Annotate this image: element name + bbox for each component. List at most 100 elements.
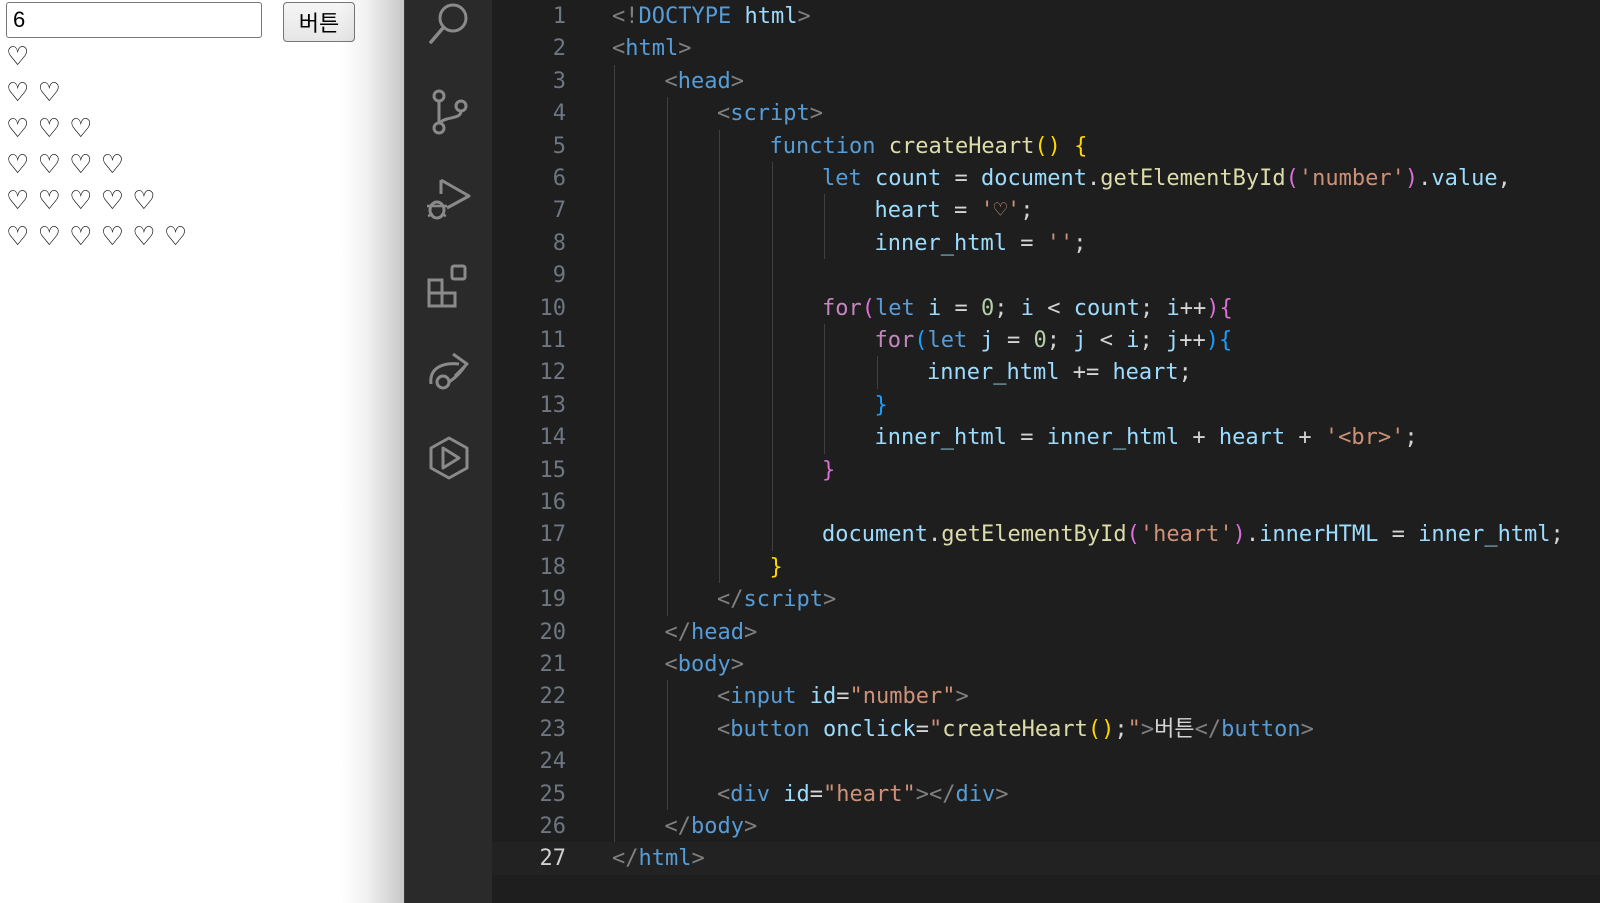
live-share-icon[interactable] — [425, 348, 473, 396]
code-token: = — [940, 198, 981, 224]
code-token: j — [980, 328, 994, 353]
indent-guide — [719, 129, 720, 584]
code-token: = — [809, 781, 823, 807]
code-line[interactable]: 20 </head> — [492, 616, 1600, 649]
code-token: { — [1219, 328, 1233, 353]
code-line[interactable]: 12 inner_html += heart; — [492, 356, 1600, 389]
code-line[interactable]: 14 inner_html = inner_html + heart + '<br… — [492, 421, 1600, 454]
code-token: i — [1126, 328, 1140, 353]
run-debug-icon[interactable] — [425, 174, 473, 222]
code-token: ) — [1232, 522, 1246, 548]
code-token: </ — [1194, 716, 1222, 742]
code-token: <! — [612, 4, 639, 29]
code-token: > — [995, 781, 1009, 807]
code-token: > — [743, 814, 758, 839]
code-token: ) — [1404, 166, 1419, 191]
code-line[interactable]: 27 </html> — [492, 842, 1600, 876]
number-input[interactable] — [6, 2, 262, 38]
source-control-icon[interactable] — [425, 88, 473, 136]
code-token: + — [1179, 425, 1219, 451]
code-line[interactable]: 8 inner_html = ''; — [492, 227, 1600, 260]
code-token: } — [874, 392, 888, 418]
code-line[interactable]: 24 — [492, 745, 1600, 778]
code-line[interactable]: 2 <html> — [492, 32, 1600, 65]
code-token: inner_html — [927, 360, 1060, 386]
code-text: let count = document.getElementById('num… — [822, 162, 1511, 195]
code-line[interactable]: 9 — [492, 259, 1600, 292]
code-token: { — [1074, 133, 1088, 159]
code-token: > — [1140, 716, 1155, 742]
code-line[interactable]: 1 <!DOCTYPE html> — [492, 0, 1600, 33]
code-line[interactable]: 17 document.getElementById('heart').inner… — [492, 518, 1600, 551]
code-text: } — [770, 551, 783, 584]
code-token: document — [822, 522, 928, 548]
code-line[interactable]: 16 — [492, 486, 1600, 519]
code-token: ( — [914, 328, 928, 353]
pane-shadow — [340, 0, 404, 903]
code-token: 0 — [1033, 328, 1047, 353]
line-number: 6 — [552, 166, 566, 191]
line-number: 19 — [539, 587, 567, 613]
line-number: 3 — [552, 68, 566, 94]
code-line[interactable]: 15} — [492, 454, 1600, 487]
code-line[interactable]: 21 <body> — [492, 648, 1600, 681]
code-token: > — [730, 652, 744, 677]
code-token: < — [717, 101, 731, 127]
code-token: getElementById — [941, 522, 1127, 548]
heart-row: ♡ ♡ ♡ ♡ — [6, 150, 125, 180]
code-token: head — [691, 619, 744, 645]
line-number: 9 — [552, 263, 566, 289]
code-token: ; — [1178, 360, 1192, 386]
code-token: > — [1300, 716, 1314, 742]
code-token: heart — [1218, 425, 1286, 451]
code-token: body — [677, 652, 731, 677]
code-token: < — [717, 684, 731, 710]
code-token: . — [1418, 166, 1432, 191]
code-line[interactable]: 25 <div id="heart"></div> — [492, 778, 1600, 811]
code-token: html — [625, 36, 679, 62]
code-line[interactable]: 5 function createHeart() { — [492, 130, 1600, 163]
code-token: inner_html — [874, 230, 1007, 256]
code-text: <button onclick="createHeart();">버튼</but… — [717, 713, 1314, 746]
remote-explorer-icon[interactable] — [425, 434, 473, 482]
indent-guide — [824, 194, 825, 260]
search-icon[interactable] — [425, 0, 473, 48]
code-line[interactable]: 4 <script> — [492, 97, 1600, 130]
line-number: 13 — [539, 392, 567, 418]
code-editor[interactable]: 1 <!DOCTYPE html> 2 <html> 3 <head> 4 <script> 5… — [492, 0, 1600, 903]
code-token: </ — [612, 846, 639, 872]
code-token: { — [1219, 295, 1233, 321]
code-line[interactable]: 18} — [492, 551, 1600, 584]
code-text: inner_html += heart; — [927, 356, 1192, 389]
code-token: body — [691, 814, 744, 839]
code-line[interactable]: 22 <input id="number"> — [492, 680, 1600, 713]
code-line[interactable]: 19 </script> — [492, 583, 1600, 616]
code-token: '<br>' — [1324, 425, 1405, 451]
line-number: 4 — [552, 101, 566, 127]
code-token: i — [1166, 295, 1180, 321]
code-line[interactable]: 7 heart = '♡'; — [492, 194, 1600, 227]
code-token: function — [769, 133, 876, 159]
code-text: <!DOCTYPE html> — [612, 0, 811, 33]
code-line[interactable]: 26 </body> — [492, 810, 1600, 843]
code-line[interactable]: 11 for(let j = 0; j < i; j++){ — [492, 324, 1600, 357]
create-heart-button[interactable]: 버튼 — [283, 2, 355, 42]
code-token: . — [1245, 522, 1260, 548]
code-token: > — [797, 4, 811, 29]
code-line[interactable]: 3 <head> — [492, 65, 1600, 98]
code-line[interactable]: 13} — [492, 389, 1600, 422]
code-line[interactable]: 10 for(let i = 0; i < count; i++){ — [492, 292, 1600, 325]
code-token: for — [822, 295, 862, 321]
code-text: inner_html = inner_html + heart + '<br>'… — [875, 421, 1418, 454]
code-token: ; — [1550, 522, 1564, 548]
code-line[interactable]: 6 let count = document.getElementById('nu… — [492, 162, 1600, 195]
code-token: = — [941, 295, 981, 321]
code-line[interactable]: 23 <button onclick="createHeart();">버튼</b… — [492, 713, 1600, 746]
code-token: </ — [717, 587, 744, 613]
line-number: 16 — [539, 490, 567, 515]
code-token: 'heart' — [1139, 522, 1233, 548]
extensions-icon[interactable] — [425, 262, 473, 310]
code-text: document.getElementById('heart').innerHT… — [822, 518, 1564, 551]
